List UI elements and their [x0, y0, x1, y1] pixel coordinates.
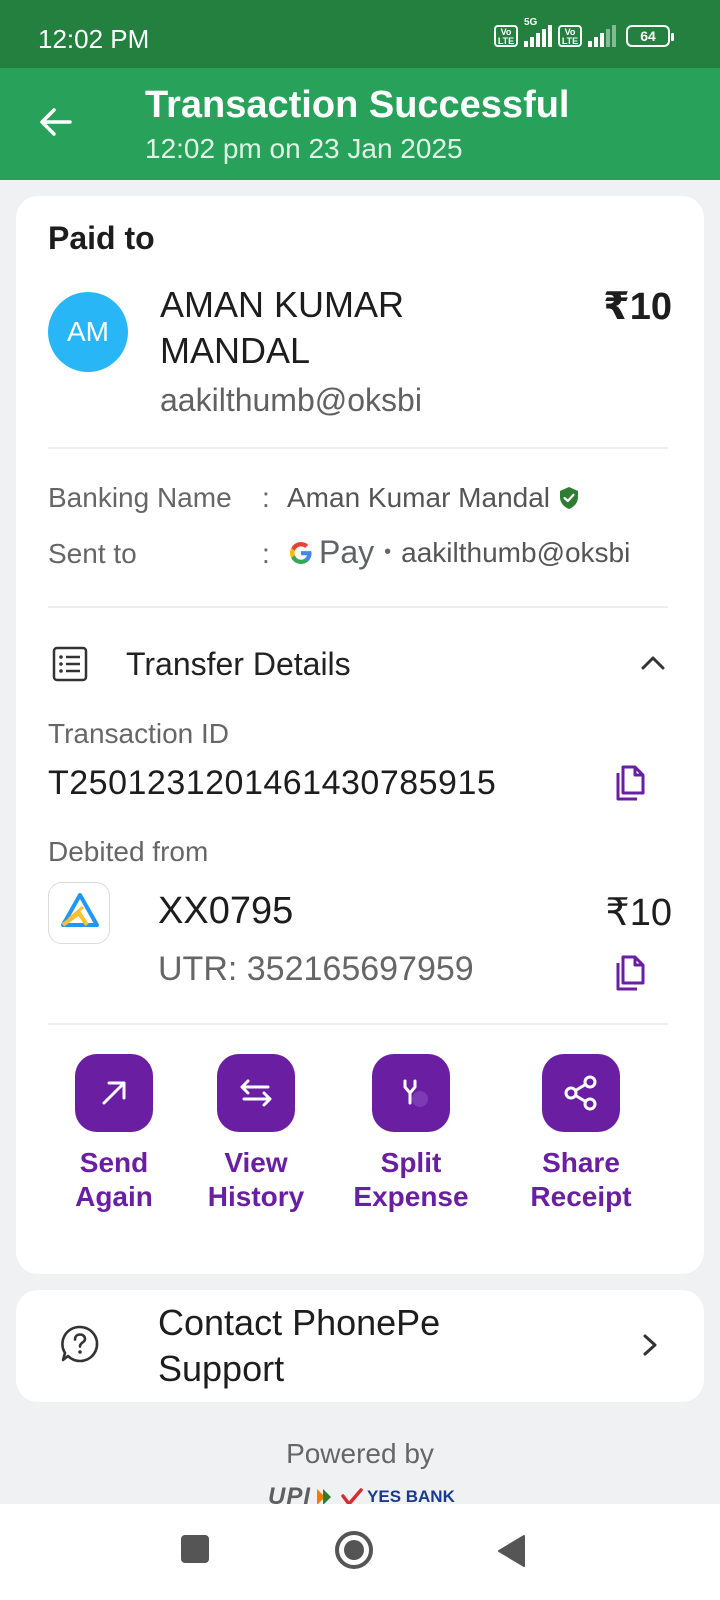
action-buttons: Send Again View History Split Expense Sh…	[16, 1054, 704, 1234]
split-expense-button[interactable]: Split Expense	[346, 1054, 476, 1214]
transaction-card: Paid to AM AMAN KUMAR MANDAL ₹10 aakilth…	[16, 196, 704, 1274]
copy-utr-icon[interactable]	[612, 954, 648, 992]
paid-to-label: Paid to	[48, 220, 155, 256]
sbi-bank-logo	[48, 882, 110, 944]
sent-to-value-row: Pay • aakilthumb@oksbi	[287, 534, 630, 571]
back-nav-icon[interactable]	[496, 1534, 526, 1568]
split-expense-icon-button[interactable]	[372, 1054, 450, 1132]
payee-name: AMAN KUMAR MANDAL	[160, 284, 405, 371]
view-history-label[interactable]: View History	[196, 1146, 316, 1214]
split-icon	[403, 1079, 428, 1107]
transaction-id: T2501231201461430785915	[48, 764, 497, 802]
divider	[48, 1023, 668, 1025]
payee-vpa: aakilthumb@oksbi	[160, 382, 422, 418]
banking-name-label: Banking Name	[48, 482, 232, 513]
volte-icon: Vo LTE	[494, 25, 518, 47]
volte-icon-2: Vo LTE	[558, 25, 582, 47]
utr-number: UTR: 352165697959	[158, 950, 474, 988]
receipt-list-icon	[52, 646, 88, 682]
send-again-button[interactable]: Send Again	[54, 1054, 174, 1214]
chevron-right-icon[interactable]	[638, 1330, 662, 1360]
contact-support-label[interactable]: Contact PhonePe Support	[158, 1300, 558, 1392]
verified-shield-icon	[560, 487, 579, 509]
page-title: Transaction Successful	[145, 84, 570, 126]
signal-icon-sim1: 5G	[524, 17, 552, 47]
debited-from-label: Debited from	[48, 836, 209, 867]
send-again-label[interactable]: Send Again	[54, 1146, 174, 1214]
debit-account-number: XX0795	[158, 890, 294, 932]
status-icons: Vo LTE 5G Vo LTE 64	[494, 17, 674, 47]
share-receipt-label[interactable]: Share Receipt	[516, 1146, 646, 1214]
sent-to-label: Sent to	[48, 538, 137, 569]
divider	[48, 447, 668, 449]
view-history-icon-button[interactable]	[217, 1054, 295, 1132]
banking-name-value-row: Aman Kumar Mandal	[287, 482, 580, 514]
view-history-button[interactable]: View History	[196, 1054, 316, 1214]
transaction-id-label: Transaction ID	[48, 718, 230, 749]
avatar: AM	[48, 292, 128, 372]
colon: :	[262, 482, 270, 513]
status-bar: 12:02 PM Vo LTE 5G Vo LTE 64	[0, 0, 720, 68]
arrow-up-right-icon	[102, 1081, 126, 1105]
bank-logo-icon	[61, 893, 99, 927]
status-time: 12:02 PM	[38, 24, 150, 54]
sent-to-vpa: aakilthumb@oksbi	[401, 536, 631, 568]
debited-amount: ₹10	[605, 892, 672, 934]
system-nav-bar	[0, 1504, 720, 1600]
colon: :	[262, 538, 270, 569]
transaction-timestamp: 12:02 pm on 23 Jan 2025	[145, 133, 463, 164]
powered-by-label: Powered by	[286, 1438, 434, 1469]
paid-amount: ₹10	[603, 286, 672, 328]
separator-dot: •	[384, 541, 392, 563]
recent-apps-icon[interactable]	[180, 1534, 210, 1564]
share-icon	[564, 1075, 597, 1111]
divider	[48, 606, 668, 608]
contact-support-row[interactable]: Contact PhonePe Support	[16, 1290, 704, 1402]
send-again-icon-button[interactable]	[75, 1054, 153, 1132]
split-expense-label[interactable]: Split Expense	[346, 1146, 476, 1214]
google-pay-label: Pay	[319, 534, 375, 570]
network-type: 5G	[524, 17, 538, 28]
share-receipt-button[interactable]: Share Receipt	[516, 1054, 646, 1214]
copy-transaction-id-icon[interactable]	[612, 764, 648, 802]
google-pay-logo: Pay	[287, 534, 374, 571]
share-receipt-icon-button[interactable]	[542, 1054, 620, 1132]
banking-name-value: Aman Kumar Mandal	[287, 482, 551, 513]
google-g-icon	[290, 541, 312, 564]
arrows-swap-icon	[240, 1079, 272, 1107]
signal-icon-sim2	[588, 25, 616, 47]
app-header: Transaction Successful 12:02 pm on 23 Ja…	[0, 68, 720, 180]
arrow-left-icon[interactable]	[36, 102, 76, 142]
battery-icon: 64	[626, 25, 674, 47]
help-circle-icon	[61, 1325, 99, 1363]
transfer-details-title[interactable]: Transfer Details	[126, 646, 351, 683]
chevron-up-icon[interactable]	[638, 648, 668, 678]
home-icon[interactable]	[334, 1530, 374, 1570]
